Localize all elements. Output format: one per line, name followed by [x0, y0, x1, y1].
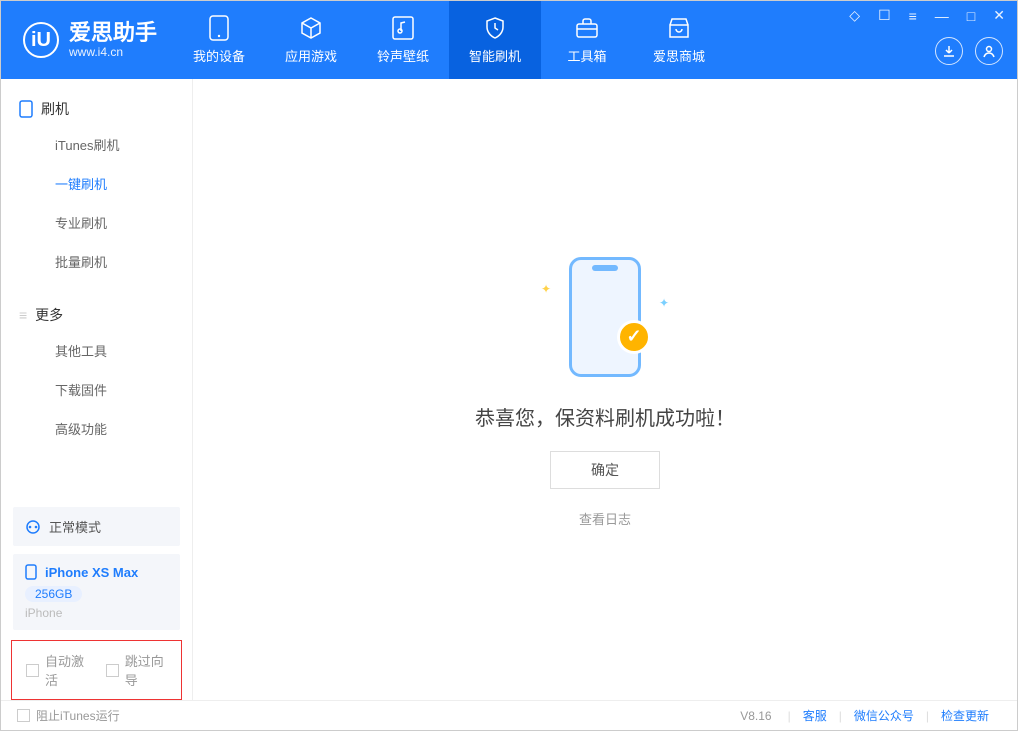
- statusbar: 阻止iTunes运行 V8.16 | 客服 | 微信公众号 | 检查更新: [1, 700, 1017, 730]
- device-icon: [25, 564, 37, 580]
- ok-button[interactable]: 确定: [550, 451, 660, 489]
- nav-label: 爱思商城: [653, 46, 705, 65]
- sidebar-item-batch-flash[interactable]: 批量刷机: [1, 242, 192, 281]
- skin-icon[interactable]: ◇: [845, 5, 864, 26]
- mode-box[interactable]: 正常模式: [13, 507, 180, 546]
- nav-ringtone-wallpaper[interactable]: 铃声壁纸: [357, 1, 449, 79]
- sidebar-item-download-firmware[interactable]: 下载固件: [1, 370, 192, 409]
- sidebar-section-more: ≡ 更多: [1, 299, 192, 331]
- toolbox-icon: [575, 16, 599, 40]
- device-box[interactable]: iPhone XS Max 256GB iPhone: [13, 554, 180, 630]
- music-icon: [391, 16, 415, 40]
- storage-badge: 256GB: [25, 586, 82, 602]
- sidebar-item-itunes-flash[interactable]: iTunes刷机: [1, 125, 192, 164]
- device-icon: [207, 16, 231, 40]
- minimize-button[interactable]: —: [931, 6, 953, 26]
- section-title: 刷机: [41, 99, 69, 119]
- checkbox-block-itunes[interactable]: [17, 709, 30, 722]
- nav-label: 智能刷机: [469, 46, 521, 65]
- phone-graphic: [569, 257, 641, 377]
- maximize-button[interactable]: □: [963, 6, 979, 26]
- success-check-icon: ✓: [617, 320, 651, 354]
- sidebar-section-flash: 刷机: [1, 93, 192, 125]
- sidebar-item-advanced[interactable]: 高级功能: [1, 409, 192, 448]
- menu-icon[interactable]: ≡: [905, 6, 921, 26]
- nav-tabs: 我的设备 应用游戏 铃声壁纸 智能刷机 工具箱 爱思商城: [173, 1, 725, 79]
- logo-area: iU 爱思助手 www.i4.cn: [1, 21, 173, 59]
- wechat-link[interactable]: 微信公众号: [842, 707, 926, 724]
- cube-icon: [299, 16, 323, 40]
- version-label: V8.16: [740, 709, 771, 723]
- phone-icon: [19, 100, 33, 118]
- view-log-link[interactable]: 查看日志: [579, 509, 631, 528]
- nav-label: 工具箱: [568, 46, 607, 65]
- window-controls: ◇ ☐ ≡ — □ ✕: [845, 5, 1009, 26]
- mode-icon: [25, 519, 41, 535]
- download-button[interactable]: [935, 37, 963, 65]
- nav-my-device[interactable]: 我的设备: [173, 1, 265, 79]
- skip-guide-label: 跳过向导: [125, 651, 167, 689]
- close-button[interactable]: ✕: [989, 5, 1009, 26]
- success-message: 恭喜您，保资料刷机成功啦！: [475, 402, 735, 431]
- main-content: ✦ ✦ ✓ 恭喜您，保资料刷机成功啦！ 确定 查看日志: [193, 79, 1017, 700]
- nav-label: 我的设备: [193, 46, 245, 65]
- sidebar: 刷机 iTunes刷机 一键刷机 专业刷机 批量刷机 ≡ 更多 其他工具 下载固…: [1, 79, 193, 700]
- nav-smart-flash[interactable]: 智能刷机: [449, 1, 541, 79]
- nav-apps-games[interactable]: 应用游戏: [265, 1, 357, 79]
- shop-icon: [667, 16, 691, 40]
- sparkle-icon: ✦: [541, 282, 551, 296]
- device-type: iPhone: [25, 606, 168, 620]
- nav-toolbox[interactable]: 工具箱: [541, 1, 633, 79]
- flash-options-row: 自动激活 跳过向导: [11, 640, 182, 700]
- auto-activate-label: 自动激活: [45, 651, 87, 689]
- nav-label: 铃声壁纸: [377, 46, 429, 65]
- app-url: www.i4.cn: [69, 45, 157, 59]
- shield-icon: [483, 16, 507, 40]
- checkbox-auto-activate[interactable]: [26, 664, 39, 677]
- section-title: 更多: [35, 305, 63, 325]
- nav-label: 应用游戏: [285, 46, 337, 65]
- mode-label: 正常模式: [49, 517, 101, 536]
- checkbox-skip-guide[interactable]: [106, 664, 119, 677]
- list-icon: ≡: [19, 307, 27, 323]
- check-update-link[interactable]: 检查更新: [929, 707, 1001, 724]
- feedback-icon[interactable]: ☐: [874, 5, 895, 26]
- sparkle-icon: ✦: [659, 296, 669, 310]
- support-link[interactable]: 客服: [791, 707, 839, 724]
- account-button[interactable]: [975, 37, 1003, 65]
- success-illustration: ✦ ✦ ✓: [535, 252, 675, 382]
- sidebar-item-pro-flash[interactable]: 专业刷机: [1, 203, 192, 242]
- app-header: iU 爱思助手 www.i4.cn 我的设备 应用游戏 铃声壁纸 智能刷机 工具…: [1, 1, 1017, 79]
- nav-store[interactable]: 爱思商城: [633, 1, 725, 79]
- sidebar-item-other-tools[interactable]: 其他工具: [1, 331, 192, 370]
- app-logo-icon: iU: [23, 22, 59, 58]
- header-actions: [935, 37, 1003, 65]
- sidebar-item-oneclick-flash[interactable]: 一键刷机: [1, 164, 192, 203]
- device-name: iPhone XS Max: [45, 565, 138, 580]
- app-name: 爱思助手: [69, 21, 157, 45]
- block-itunes-label: 阻止iTunes运行: [36, 707, 120, 724]
